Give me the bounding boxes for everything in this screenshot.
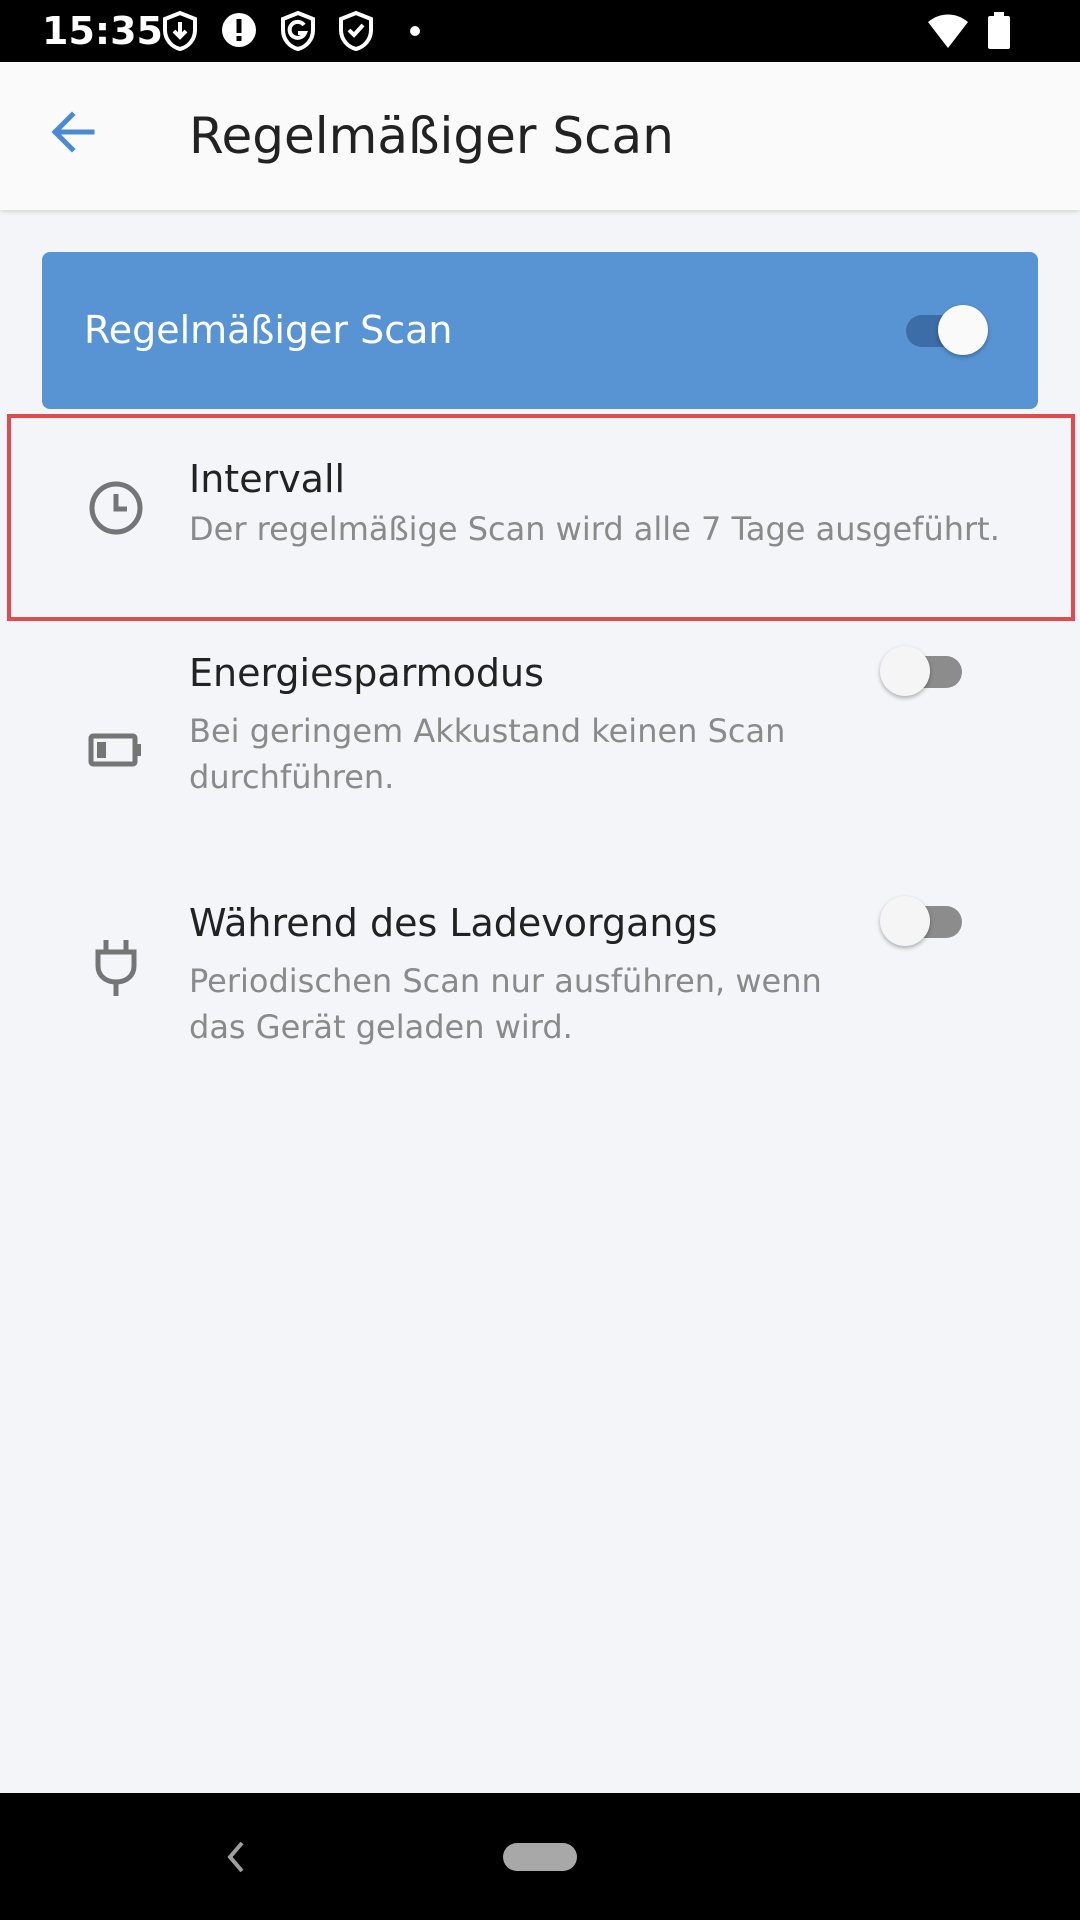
setting-power-saving-description: Bei geringem Akkustand keinen Scan durch… [189, 712, 786, 796]
battery-low-icon [88, 733, 141, 767]
back-button[interactable] [44, 102, 104, 162]
setting-power-saving-title: Energiesparmodus [189, 651, 544, 695]
battery-icon [988, 12, 1010, 49]
power-saving-switch[interactable] [880, 643, 968, 699]
regular-scan-switch[interactable] [900, 302, 988, 358]
app-bar: Regelmäßiger Scan [0, 62, 1080, 210]
switch-thumb [880, 896, 930, 946]
shield-check-icon [339, 11, 373, 51]
setting-power-saving[interactable]: Energiesparmodus Bei geringem Akkustand … [0, 630, 1080, 850]
g-shield-icon [281, 11, 315, 51]
wifi-icon [928, 14, 968, 48]
setting-while-charging-description: Periodischen Scan nur ausführen, wenn da… [189, 962, 822, 1046]
status-bar: 15:35 [0, 0, 1080, 62]
switch-thumb [938, 305, 988, 355]
shield-download-icon [163, 11, 197, 51]
setting-while-charging[interactable]: Während des Ladevorgangs Periodischen Sc… [0, 878, 1080, 1098]
highlight-frame [7, 414, 1075, 621]
setting-while-charging-title: Während des Ladevorgangs [189, 901, 718, 945]
arrow-left-icon [51, 111, 95, 153]
nav-home-pill-icon[interactable] [503, 1843, 577, 1871]
alert-circle-icon [222, 13, 256, 47]
dot-icon [410, 26, 420, 36]
regular-scan-label: Regelmäßiger Scan [84, 308, 453, 352]
status-system-icons [926, 12, 1046, 52]
switch-thumb [880, 646, 930, 696]
while-charging-switch[interactable] [880, 893, 968, 949]
status-time: 15:35 [42, 9, 163, 53]
regular-scan-toggle-card[interactable]: Regelmäßiger Scan [42, 252, 1038, 409]
page-title: Regelmäßiger Scan [189, 107, 674, 165]
nav-back-icon[interactable] [216, 1833, 256, 1881]
power-plug-icon [95, 940, 137, 996]
